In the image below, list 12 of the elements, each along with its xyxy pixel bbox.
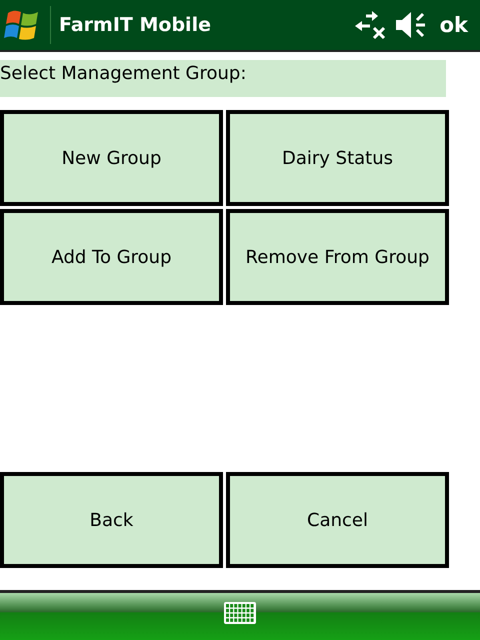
group-button[interactable]: New Group [0,110,223,206]
prompt-label: Select Management Group: [0,60,446,97]
group-button[interactable]: Dairy Status [226,110,449,206]
group-button[interactable]: Add To Group [0,209,223,305]
app-title: FarmIT Mobile [59,14,212,36]
ok-button[interactable]: ok [436,13,472,37]
connectivity-icon[interactable] [354,10,386,40]
cancel-button[interactable]: Cancel [226,472,449,568]
keyboard-icon[interactable] [224,602,256,624]
group-button[interactable]: Remove From Group [226,209,449,305]
back-button[interactable]: Back [0,472,223,568]
speaker-muted-icon[interactable] [394,10,428,40]
